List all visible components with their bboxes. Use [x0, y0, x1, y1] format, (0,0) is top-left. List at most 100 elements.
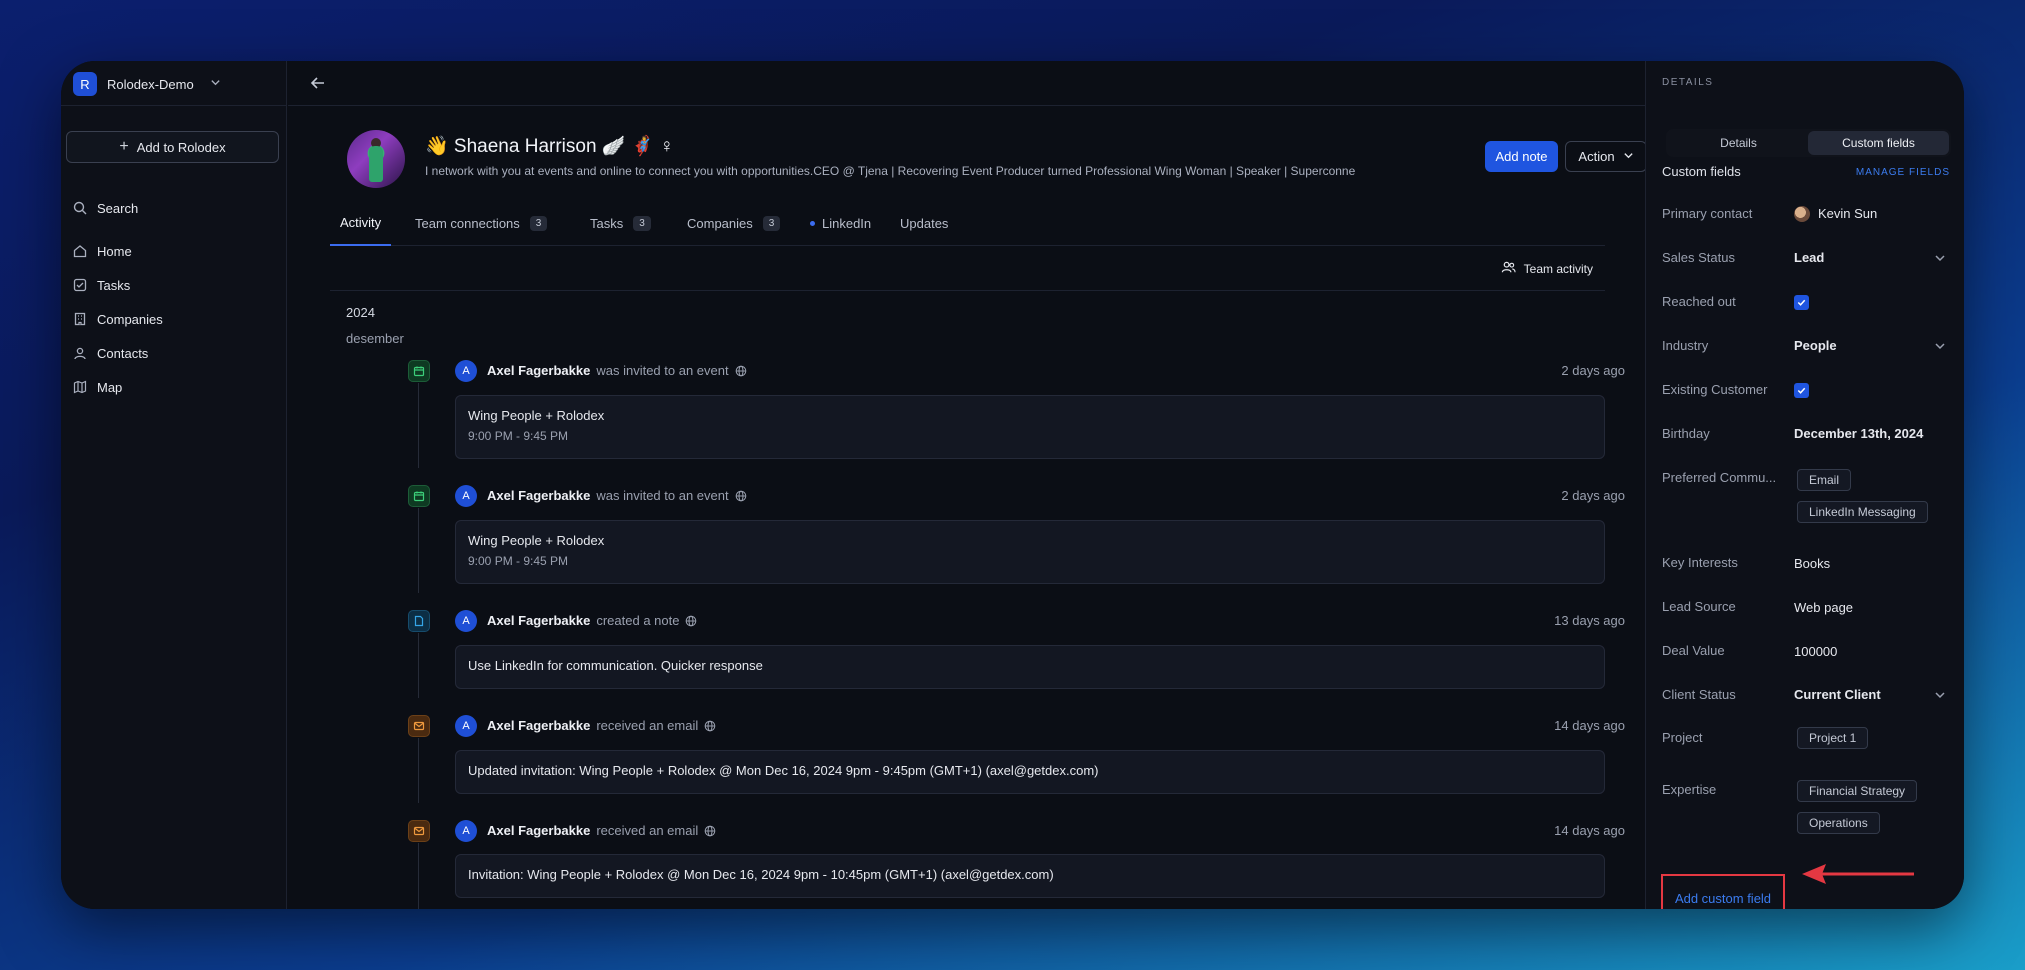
chevron-down-icon[interactable]: [1934, 252, 1946, 264]
tab-count-badge: 3: [762, 216, 781, 231]
divider: [61, 105, 286, 106]
calendar-icon: [408, 360, 430, 382]
globe-icon: [735, 490, 746, 501]
event-card[interactable]: Use LinkedIn for communication. Quicker …: [455, 645, 1605, 689]
event-verb: received an email: [596, 718, 699, 733]
chevron-down-icon[interactable]: [1934, 340, 1946, 352]
add-custom-field-label: Add custom field: [1674, 890, 1772, 906]
event-user-name[interactable]: Axel Fagerbakke: [487, 823, 590, 838]
tab-updates[interactable]: Updates: [900, 201, 948, 246]
email-subject: Updated invitation: Wing People + Rolode…: [468, 763, 1099, 778]
indicator-dot-icon: [810, 221, 815, 226]
search-button[interactable]: Search: [73, 197, 138, 219]
tasks-icon: [73, 278, 87, 292]
event-user-name[interactable]: Axel Fagerbakke: [487, 488, 590, 503]
sidebar-item-label: Companies: [97, 311, 163, 327]
event-card[interactable]: Wing People + Rolodex 9:00 PM - 9:45 PM: [455, 520, 1605, 584]
sidebar-item-companies[interactable]: Companies: [73, 308, 163, 330]
field-label: Client Status: [1662, 687, 1736, 702]
team-activity-label: Team activity: [1523, 262, 1593, 276]
chip-project[interactable]: Project 1: [1797, 727, 1869, 749]
chip-linkedin-messaging[interactable]: LinkedIn Messaging: [1797, 501, 1928, 523]
tab-activity[interactable]: Activity: [330, 201, 392, 246]
birthday-value[interactable]: December 13th, 2024: [1794, 426, 1923, 441]
chip-financial-strategy[interactable]: Financial Strategy: [1797, 780, 1918, 802]
event-verb: received an email: [596, 823, 699, 838]
user-avatar[interactable]: A: [455, 715, 477, 737]
event-user-name[interactable]: Axel Fagerbakke: [487, 363, 590, 378]
add-note-button[interactable]: Add note: [1485, 141, 1558, 172]
sales-status-select[interactable]: Lead: [1794, 250, 1824, 265]
user-avatar[interactable]: A: [455, 610, 477, 632]
field-label: Industry: [1662, 338, 1709, 353]
workspace-name: Rolodex-Demo: [107, 76, 194, 92]
avatar: [1794, 206, 1810, 222]
lead-source-value[interactable]: Web page: [1794, 600, 1853, 615]
team-activity-button[interactable]: Team activity: [1501, 256, 1593, 282]
user-avatar[interactable]: A: [455, 820, 477, 842]
event-verb: was invited to an event: [596, 488, 729, 503]
timeline-line: [418, 508, 419, 593]
search-label: Search: [97, 200, 139, 216]
add-custom-field-button[interactable]: Add custom field: [1661, 874, 1785, 909]
user-avatar[interactable]: A: [455, 485, 477, 507]
workspace-switcher[interactable]: R Rolodex-Demo: [73, 71, 221, 97]
event-card[interactable]: Invitation: Wing People + Rolodex @ Mon …: [455, 854, 1605, 898]
chevron-down-icon[interactable]: [1934, 689, 1946, 701]
timeline-line: [418, 738, 419, 803]
manage-fields-link[interactable]: MANAGE FIELDS: [1856, 167, 1950, 178]
timeline-line: [418, 383, 419, 468]
existing-customer-checkbox[interactable]: [1794, 383, 1809, 398]
deal-value-value[interactable]: 100000: [1794, 644, 1837, 659]
tab-label: LinkedIn: [822, 216, 872, 231]
annotation-arrow-icon: [1802, 864, 1914, 884]
key-interests-value[interactable]: Books: [1794, 556, 1830, 571]
email-icon: [408, 820, 430, 842]
feed-month: desember: [346, 331, 404, 346]
event-time: 13 days ago: [1554, 613, 1625, 628]
industry-select[interactable]: People: [1794, 338, 1837, 353]
event-verb: was invited to an event: [596, 363, 729, 378]
field-label: Project: [1662, 730, 1703, 745]
sidebar-item-tasks[interactable]: Tasks: [73, 274, 130, 296]
field-label: Key Interests: [1662, 555, 1738, 570]
chip-email[interactable]: Email: [1797, 469, 1852, 491]
tab-details[interactable]: Details: [1668, 131, 1809, 155]
event-card[interactable]: Wing People + Rolodex 9:00 PM - 9:45 PM: [455, 395, 1605, 459]
client-status-select[interactable]: Current Client: [1794, 687, 1881, 702]
action-button[interactable]: Action: [1565, 141, 1647, 172]
event-description: Axel Fagerbakke created a note: [487, 613, 697, 628]
users-icon: [1501, 260, 1516, 278]
contacts-icon: [73, 346, 87, 360]
globe-icon: [704, 825, 716, 836]
event-card[interactable]: Updated invitation: Wing People + Rolode…: [455, 750, 1605, 794]
event-description: Axel Fagerbakke was invited to an event: [487, 363, 747, 378]
home-icon: [73, 244, 87, 258]
sidebar-item-home[interactable]: Home: [73, 240, 132, 262]
event-time: 2 days ago: [1561, 363, 1625, 378]
globe-icon: [686, 615, 697, 626]
profile-tabs: Activity Team connections 3 Tasks 3 Comp…: [330, 201, 1605, 246]
sidebar-item-contacts[interactable]: Contacts: [73, 342, 148, 364]
sidebar-item-map[interactable]: Map: [73, 376, 122, 398]
globe-icon: [704, 720, 716, 731]
reached-out-checkbox[interactable]: [1794, 295, 1809, 310]
tab-tasks[interactable]: Tasks 3: [590, 201, 651, 246]
profile-name: 👋 Shaena Harrison 🪽 🦸‍♀️ ♀: [425, 136, 674, 157]
primary-contact-value[interactable]: Kevin Sun: [1818, 206, 1877, 221]
tab-team-connections[interactable]: Team connections 3: [415, 201, 548, 246]
chip-operations[interactable]: Operations: [1797, 812, 1880, 834]
back-arrow-icon[interactable]: [308, 73, 328, 93]
event-verb: created a note: [596, 613, 680, 628]
tab-linkedin[interactable]: LinkedIn: [810, 201, 871, 246]
check-icon: [1797, 387, 1806, 394]
tab-custom-fields[interactable]: Custom fields: [1808, 131, 1949, 155]
user-avatar[interactable]: A: [455, 360, 477, 382]
event-subtitle: 9:00 PM - 9:45 PM: [468, 554, 569, 568]
event-user-name[interactable]: Axel Fagerbakke: [487, 718, 590, 733]
event-user-name[interactable]: Axel Fagerbakke: [487, 613, 590, 628]
event-title: Wing People + Rolodex: [468, 533, 605, 548]
tab-companies[interactable]: Companies 3: [687, 201, 781, 246]
main-content: 👋 Shaena Harrison 🪽 🦸‍♀️ ♀ I network wit…: [288, 61, 1647, 909]
add-to-rolodex-button[interactable]: + Add to Rolodex: [66, 131, 279, 163]
